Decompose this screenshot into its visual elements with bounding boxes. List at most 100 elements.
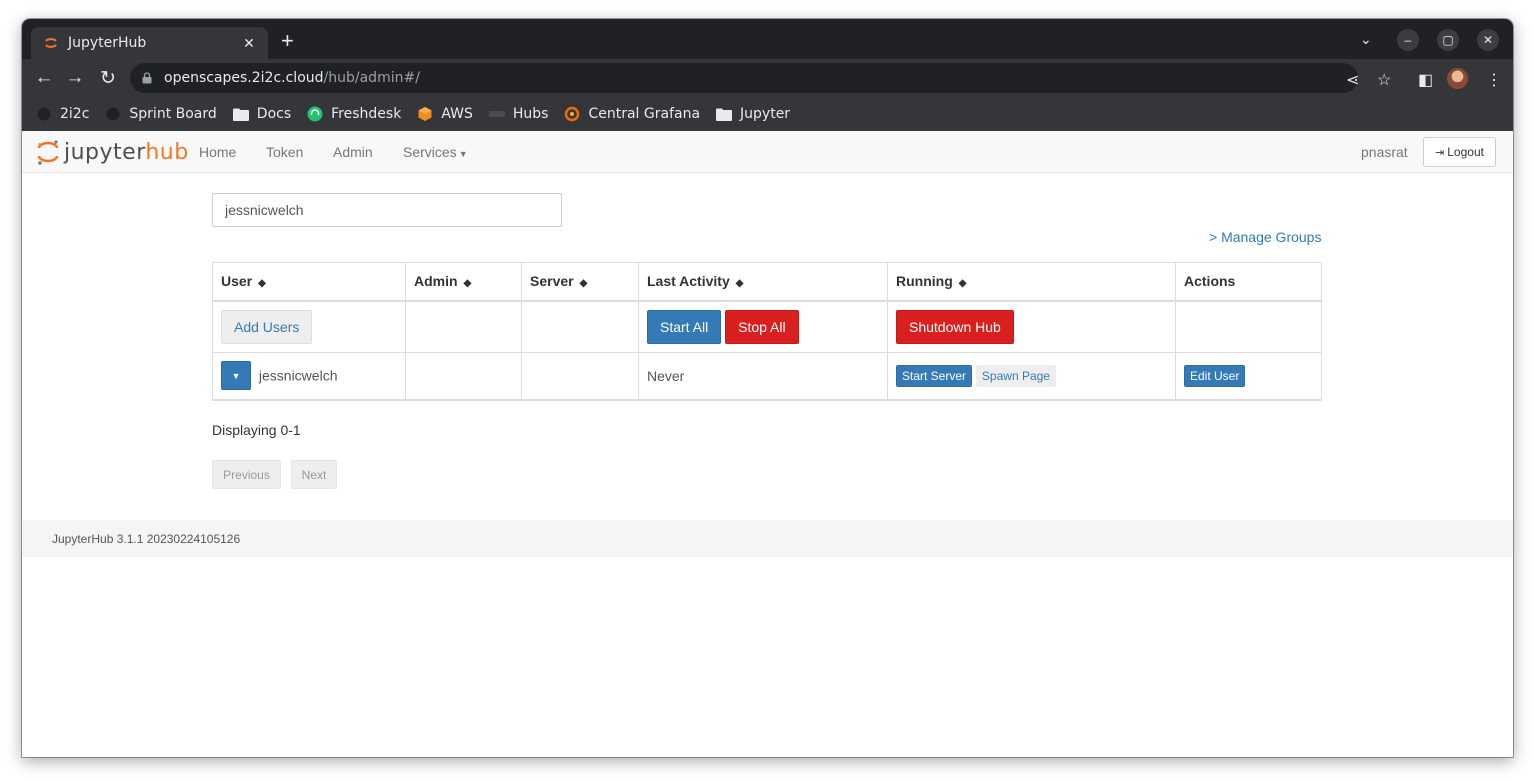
column-header-label: Server <box>530 273 574 290</box>
minimize-icon[interactable]: – <box>1397 29 1419 51</box>
forward-icon[interactable]: → <box>64 67 86 89</box>
bookmark-label: Hubs <box>512 106 549 122</box>
bookmark-label: Sprint Board <box>129 106 217 122</box>
next-page-button[interactable]: Next <box>291 460 337 489</box>
bookmark-2i2c[interactable]: 2i2c <box>36 106 89 122</box>
address-bar[interactable]: openscapes.2i2c.cloud/hub/admin#/ <box>130 63 1358 93</box>
share-icon[interactable]: ⋖ <box>1346 70 1359 90</box>
sort-icon[interactable]: ◆ <box>258 278 266 289</box>
table-cell: Add Users <box>212 300 406 353</box>
bookmark-label: AWS <box>441 106 473 122</box>
browser-window: JupyterHub ✕ + ⌄ – ▢ ✕ ← → ↻ openscapes.… <box>22 19 1513 757</box>
nav-services-label: Services <box>403 144 457 160</box>
bookmark-central-grafana[interactable]: Central Grafana <box>564 106 700 122</box>
nav-home[interactable]: Home <box>199 144 236 160</box>
add-users-button[interactable]: Add Users <box>221 309 313 344</box>
bookmark-label: 2i2c <box>60 106 90 122</box>
column-header-label: Last Activity <box>647 273 730 290</box>
folder-icon <box>232 106 249 122</box>
column-header-server[interactable]: Server ◆ <box>521 262 639 302</box>
github-icon <box>105 106 121 122</box>
folder-icon <box>716 106 733 122</box>
bookmark-star-icon[interactable]: ☆ <box>1377 70 1391 90</box>
column-header-user[interactable]: User ◆ <box>212 262 406 302</box>
bookmark-label: Freshdesk <box>331 106 402 122</box>
side-panel-icon[interactable]: ◧ <box>1418 70 1433 90</box>
column-header-running[interactable]: Running ◆ <box>887 262 1176 302</box>
previous-page-button[interactable]: Previous <box>212 460 281 489</box>
url-path: /hub/admin#/ <box>323 70 420 86</box>
table-cell-user: ▼ jessnicwelch <box>212 351 406 401</box>
browser-toolbar: ← → ↻ openscapes.2i2c.cloud/hub/admin#/ … <box>22 59 1513 97</box>
bookmark-freshdesk[interactable]: Freshdesk <box>307 106 401 122</box>
edit-user-button[interactable]: Edit User <box>1184 364 1246 387</box>
bookmark-aws[interactable]: AWS <box>417 106 473 122</box>
footer: JupyterHub 3.1.1 20230224105126 <box>22 520 1513 557</box>
jupyter-logo-icon <box>37 140 59 165</box>
nav-token[interactable]: Token <box>266 144 303 160</box>
bookmark-label: Docs <box>256 106 292 122</box>
url-text: openscapes.2i2c.cloud/hub/admin#/ <box>164 70 420 86</box>
kebab-menu-icon[interactable]: ⋮ <box>1486 70 1502 90</box>
table-cell-running: Start Server Spawn Page <box>887 351 1176 401</box>
column-header-admin[interactable]: Admin ◆ <box>405 262 522 302</box>
profile-avatar[interactable] <box>1447 68 1468 89</box>
back-icon[interactable]: ← <box>33 67 55 89</box>
table-cell <box>405 300 522 353</box>
tab-title: JupyterHub <box>68 35 147 51</box>
bookmark-label: Jupyter <box>740 106 791 122</box>
2i2c-logo-icon <box>488 106 505 122</box>
bookmarks-bar: 2i2c Sprint Board Docs Freshdesk AWS Hub… <box>22 97 1513 131</box>
browser-tab[interactable]: JupyterHub ✕ <box>31 27 268 59</box>
table-cell <box>521 300 639 353</box>
sort-icon[interactable]: ◆ <box>736 278 744 289</box>
chevron-down-icon: ▼ <box>458 149 468 159</box>
spawn-page-button[interactable]: Spawn Page <box>975 364 1056 387</box>
jupyter-favicon-icon <box>45 38 57 48</box>
headset-icon <box>307 106 323 122</box>
column-header-last-activity[interactable]: Last Activity ◆ <box>638 262 888 302</box>
tab-search-icon[interactable]: ⌄ <box>1360 31 1372 48</box>
aws-cube-icon <box>417 106 433 122</box>
tab-close-icon[interactable]: ✕ <box>240 35 258 52</box>
table-cell-server <box>521 351 639 401</box>
table-cell <box>1175 300 1322 353</box>
logo-prefix: jupyter <box>64 139 146 165</box>
column-header-label: User <box>221 273 253 290</box>
bulk-actions-row: Add Users Start All Stop All Shutdown Hu… <box>212 300 1322 353</box>
users-table: User ◆ Admin ◆ Server ◆ Last Activity ◆ Runn… <box>212 262 1322 401</box>
sort-icon[interactable]: ◆ <box>464 278 472 289</box>
column-header-label: Actions <box>1184 273 1236 290</box>
expand-user-button[interactable]: ▼ <box>221 361 251 391</box>
close-window-icon[interactable]: ✕ <box>1477 29 1499 51</box>
bookmark-docs[interactable]: Docs <box>232 106 292 122</box>
start-server-button[interactable]: Start Server <box>896 364 973 387</box>
table-header-row: User ◆ Admin ◆ Server ◆ Last Activity ◆ Runn… <box>212 262 1322 302</box>
table-row: ▼ jessnicwelch Never Start Server Spawn … <box>212 351 1322 401</box>
bookmark-hubs[interactable]: Hubs <box>488 106 549 122</box>
jupyterhub-logo[interactable]: jupyterhub <box>36 138 189 166</box>
bookmark-sprint-board[interactable]: Sprint Board <box>105 106 217 122</box>
stop-all-button[interactable]: Stop All <box>725 309 799 344</box>
sort-icon[interactable]: ◆ <box>959 278 967 289</box>
start-all-button[interactable]: Start All <box>647 309 722 344</box>
reload-icon[interactable]: ↻ <box>97 67 119 89</box>
new-tab-button[interactable]: + <box>281 30 294 52</box>
user-name: jessnicwelch <box>258 367 338 384</box>
shutdown-hub-button[interactable]: Shutdown Hub <box>896 309 1014 344</box>
table-cell: Start All Stop All <box>638 300 888 353</box>
grafana-icon <box>564 106 580 122</box>
sort-icon[interactable]: ◆ <box>580 278 588 289</box>
maximize-icon[interactable]: ▢ <box>1437 29 1459 51</box>
displaying-count: Displaying 0-1 <box>212 422 301 438</box>
nav-services[interactable]: Services ▼ <box>403 144 468 160</box>
table-cell-actions: Edit User <box>1175 351 1322 401</box>
github-icon <box>36 106 52 122</box>
version-text: JupyterHub 3.1.1 20230224105126 <box>52 532 241 546</box>
bookmark-jupyter[interactable]: Jupyter <box>716 106 790 122</box>
user-search-input[interactable] <box>212 193 562 227</box>
logout-button[interactable]: ⇥ Logout <box>1423 137 1496 167</box>
column-header-actions: Actions <box>1175 262 1322 302</box>
nav-admin[interactable]: Admin <box>333 144 373 160</box>
manage-groups-link[interactable]: > Manage Groups <box>1209 229 1321 245</box>
